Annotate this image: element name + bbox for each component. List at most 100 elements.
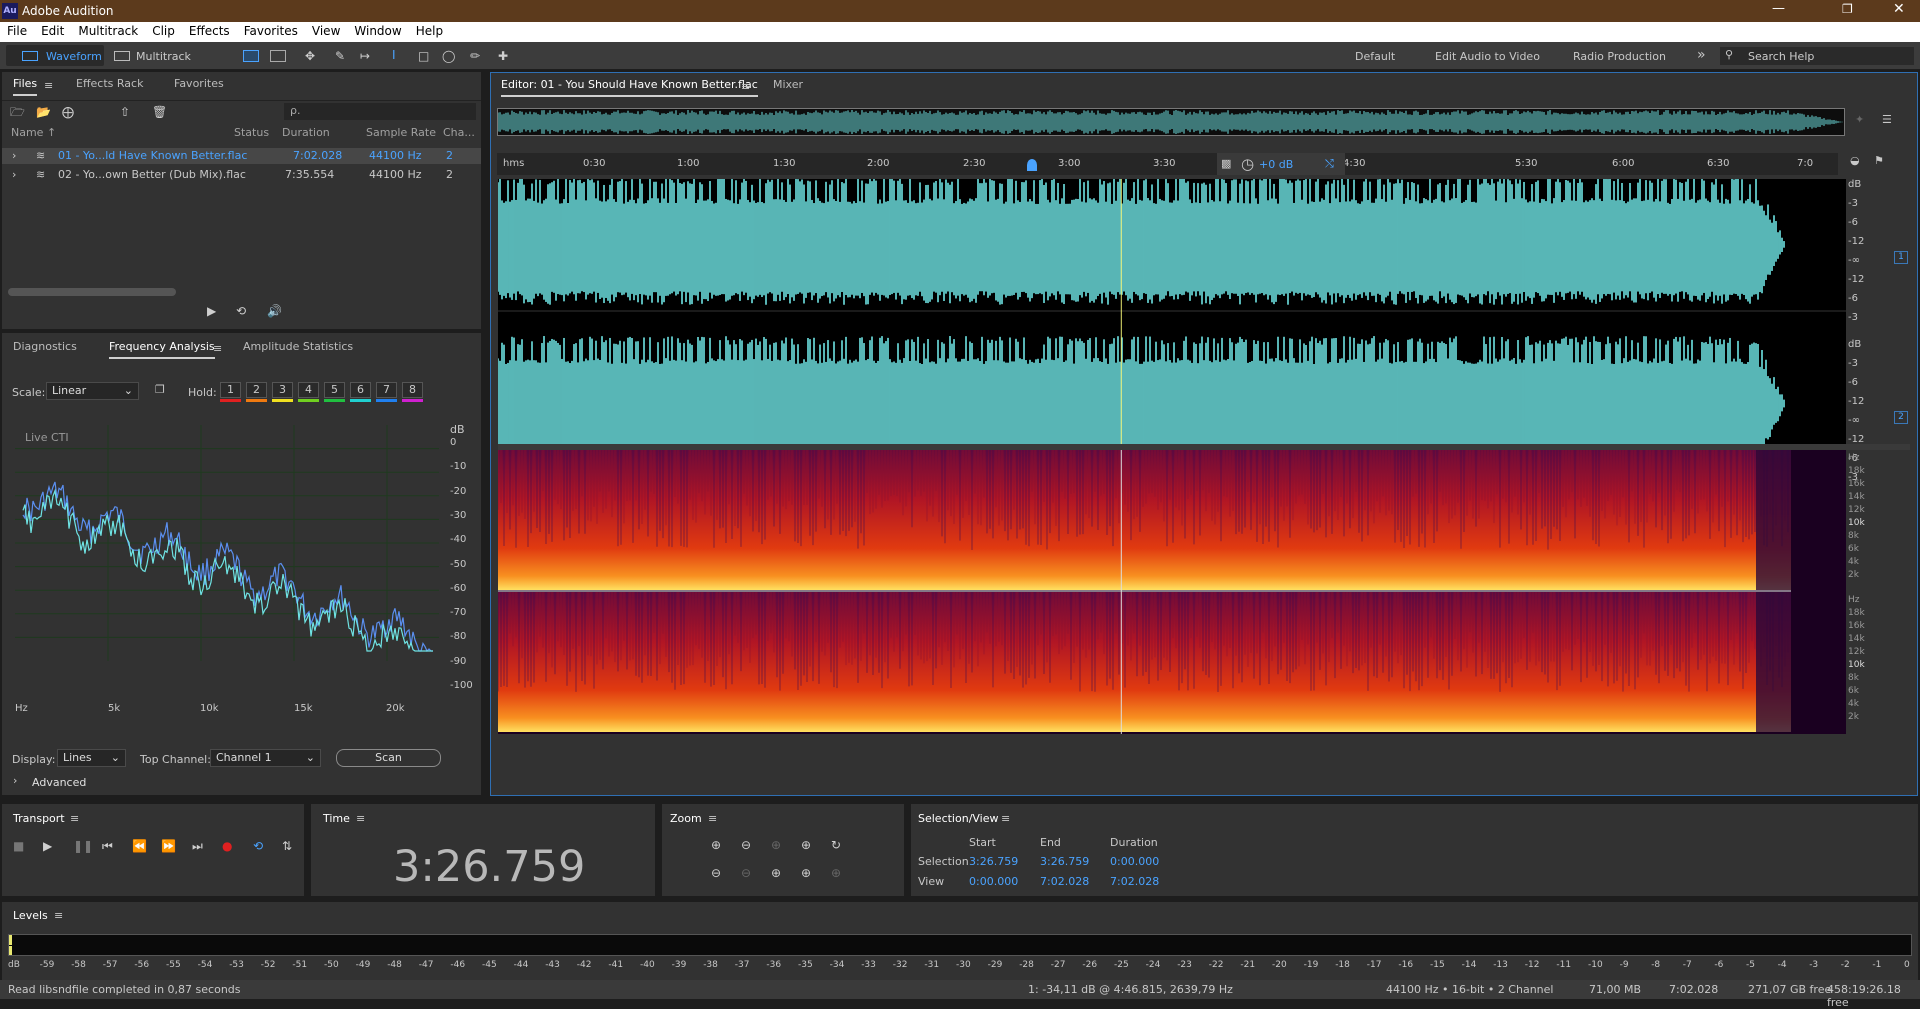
zoom-to-fit-icon[interactable]: ✦	[1855, 113, 1864, 126]
workspace-edit-audio-to-video[interactable]: Edit Audio to Video	[1435, 50, 1540, 63]
copy-graph-icon[interactable]: ❐	[155, 383, 165, 396]
menu-clip[interactable]: Clip	[145, 22, 182, 42]
close-icon[interactable]: ✕	[1893, 1, 1905, 17]
slip-tool-icon[interactable]: ↦	[360, 49, 370, 63]
time-selection-tool-icon[interactable]: I	[392, 48, 396, 62]
tab-frequency-analysis[interactable]: Frequency Analysis	[109, 335, 215, 359]
advanced-expand-icon[interactable]: ›	[13, 774, 17, 787]
spectral-display[interactable]	[497, 450, 1846, 734]
time-display[interactable]: 3:26.759	[393, 842, 585, 892]
multitrack-mode-button[interactable]: Multitrack	[110, 45, 208, 66]
transport-menu-icon[interactable]: ≡	[70, 812, 79, 825]
col-name[interactable]: Name ↑	[11, 126, 56, 139]
files-search-input[interactable]: ρ.	[284, 103, 476, 120]
menu-favorites[interactable]: Favorites	[237, 22, 305, 42]
waveform-display[interactable]	[497, 176, 1846, 465]
hold-button-8[interactable]: 8	[402, 382, 423, 398]
time-menu-icon[interactable]: ≡	[356, 812, 365, 825]
spectral-view-icon[interactable]	[270, 50, 286, 62]
zoom-reset-icon[interactable]: ↻	[831, 838, 841, 852]
pause-icon[interactable]: ❚❚	[73, 839, 93, 853]
display-select[interactable]: Lines ⌄	[57, 749, 126, 767]
tab-amplitude-statistics[interactable]: Amplitude Statistics	[243, 335, 353, 359]
zoom-out-time-icon[interactable]: ⊖	[741, 866, 751, 880]
col-sample-rate[interactable]: Sample Rate	[366, 126, 436, 139]
advanced-label[interactable]: Advanced	[32, 776, 86, 789]
playhead-marker-icon[interactable]	[1027, 159, 1037, 171]
gain-hud[interactable]: ▩ ◷ +0 dB ⤭	[1217, 153, 1345, 175]
fast-forward-icon[interactable]: ⏩	[161, 839, 176, 853]
table-row[interactable]: › ≋ 01 - Yo...ld Have Known Better.flac …	[2, 148, 481, 164]
rewind-icon[interactable]: ⏪	[132, 839, 147, 853]
scan-button[interactable]: Scan	[336, 749, 441, 767]
menu-file[interactable]: File	[0, 22, 34, 42]
move-tool-icon[interactable]: ✥	[305, 49, 315, 63]
zoom-out-amplitude-icon[interactable]: ⊖	[741, 838, 751, 852]
zoom-out-full-icon[interactable]: ⊖	[711, 866, 721, 880]
hold-button-2[interactable]: 2	[246, 382, 267, 398]
hold-button-4[interactable]: 4	[298, 382, 319, 398]
level-meter[interactable]	[8, 934, 1912, 956]
gain-knob-icon[interactable]: ◷	[1241, 155, 1254, 173]
editor-menu-icon[interactable]: ≡	[741, 80, 750, 93]
analysis-menu-icon[interactable]: ≡	[213, 342, 222, 355]
tab-effects-rack[interactable]: Effects Rack	[76, 72, 143, 96]
zoom-left-icon[interactable]: ⊕	[771, 866, 781, 880]
col-channels[interactable]: Cha...	[443, 126, 475, 139]
zoom-selection-icon[interactable]: ⊕	[801, 838, 811, 852]
zoom-in-time-icon[interactable]: ⊕	[771, 838, 781, 852]
more-workspaces-icon[interactable]: »	[1697, 47, 1706, 63]
maximize-icon[interactable]: ❐	[1842, 2, 1853, 16]
col-status[interactable]: Status	[234, 126, 269, 139]
tab-diagnostics[interactable]: Diagnostics	[13, 335, 77, 359]
new-file-icon[interactable]: ⨁	[62, 105, 74, 119]
menu-window[interactable]: Window	[347, 22, 408, 42]
razor-tool-icon[interactable]: ✎	[335, 49, 345, 63]
pin-icon[interactable]: ⤭	[1325, 157, 1334, 171]
expand-icon[interactable]: ›	[12, 149, 16, 162]
view-duration[interactable]: 7:02.028	[1110, 875, 1159, 888]
trash-icon[interactable]: 🗑	[152, 105, 167, 119]
view-start[interactable]: 0:00.000	[969, 875, 1018, 888]
scale-select[interactable]: Linear ⌄	[46, 382, 139, 400]
tab-files[interactable]: Files	[13, 72, 38, 96]
col-duration[interactable]: Duration	[282, 126, 330, 139]
autoplay-icon[interactable]: 🔊	[267, 304, 282, 318]
marquee-tool-icon[interactable]: □	[418, 49, 429, 63]
files-panel-menu-icon[interactable]: ≡	[44, 79, 53, 92]
waveform-view-icon[interactable]	[243, 50, 259, 62]
loop-icon[interactable]: ⟲	[236, 304, 246, 318]
files-horizontal-scrollbar[interactable]	[8, 288, 176, 296]
play-icon[interactable]: ▶	[43, 839, 52, 853]
headphones-icon[interactable]: ◒	[1850, 154, 1860, 167]
view-end[interactable]: 7:02.028	[1040, 875, 1089, 888]
skip-end-icon[interactable]: ⏭	[192, 839, 203, 853]
stop-icon[interactable]: ■	[13, 839, 24, 853]
zoom-menu-icon[interactable]: ≡	[708, 812, 717, 825]
skip-start-icon[interactable]: ⏮	[102, 839, 113, 853]
lasso-tool-icon[interactable]: ◯	[442, 49, 455, 63]
menu-help[interactable]: Help	[409, 22, 450, 42]
menu-edit[interactable]: Edit	[34, 22, 71, 42]
record-icon[interactable]: ●	[222, 839, 232, 853]
search-help-field[interactable]: ⚲ Search Help	[1720, 47, 1914, 65]
folder-open-icon[interactable]: 🗁	[10, 105, 25, 119]
minimize-icon[interactable]: —	[1772, 1, 1785, 16]
skip-icon[interactable]: ⇅	[282, 839, 292, 853]
selection-view-menu-icon[interactable]: ≡	[1001, 812, 1010, 825]
editor-options-icon[interactable]: ☰	[1882, 113, 1892, 126]
overview-waveform[interactable]	[497, 108, 1845, 136]
menu-multitrack[interactable]: Multitrack	[71, 22, 145, 42]
workspace-radio-production[interactable]: Radio Production	[1573, 50, 1666, 63]
selection-duration[interactable]: 0:00.000	[1110, 855, 1159, 868]
selection-start[interactable]: 3:26.759	[969, 855, 1018, 868]
zoom-in-amplitude-icon[interactable]: ⊕	[711, 838, 721, 852]
hold-button-3[interactable]: 3	[272, 382, 293, 398]
workspace-default[interactable]: Default	[1355, 50, 1395, 63]
tab-mixer[interactable]: Mixer	[773, 73, 803, 97]
export-icon[interactable]: ⇧	[120, 105, 130, 119]
zoom-in-point-icon[interactable]: ⊕	[831, 866, 841, 880]
marker-pin-icon[interactable]: ⚑	[1874, 154, 1884, 167]
tab-favorites[interactable]: Favorites	[174, 72, 224, 96]
time-ruler[interactable]: hms0:301:001:302:002:303:003:304:004:305…	[497, 153, 1838, 175]
